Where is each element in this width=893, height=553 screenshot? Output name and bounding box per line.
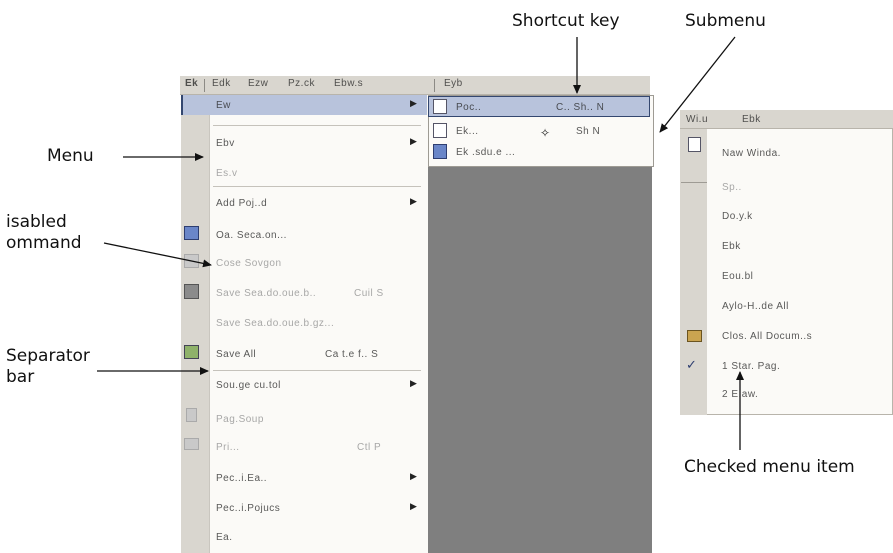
callout-arrows bbox=[97, 36, 744, 450]
arrow-disabled-command bbox=[103, 242, 212, 268]
arrow-submenu bbox=[659, 36, 736, 133]
